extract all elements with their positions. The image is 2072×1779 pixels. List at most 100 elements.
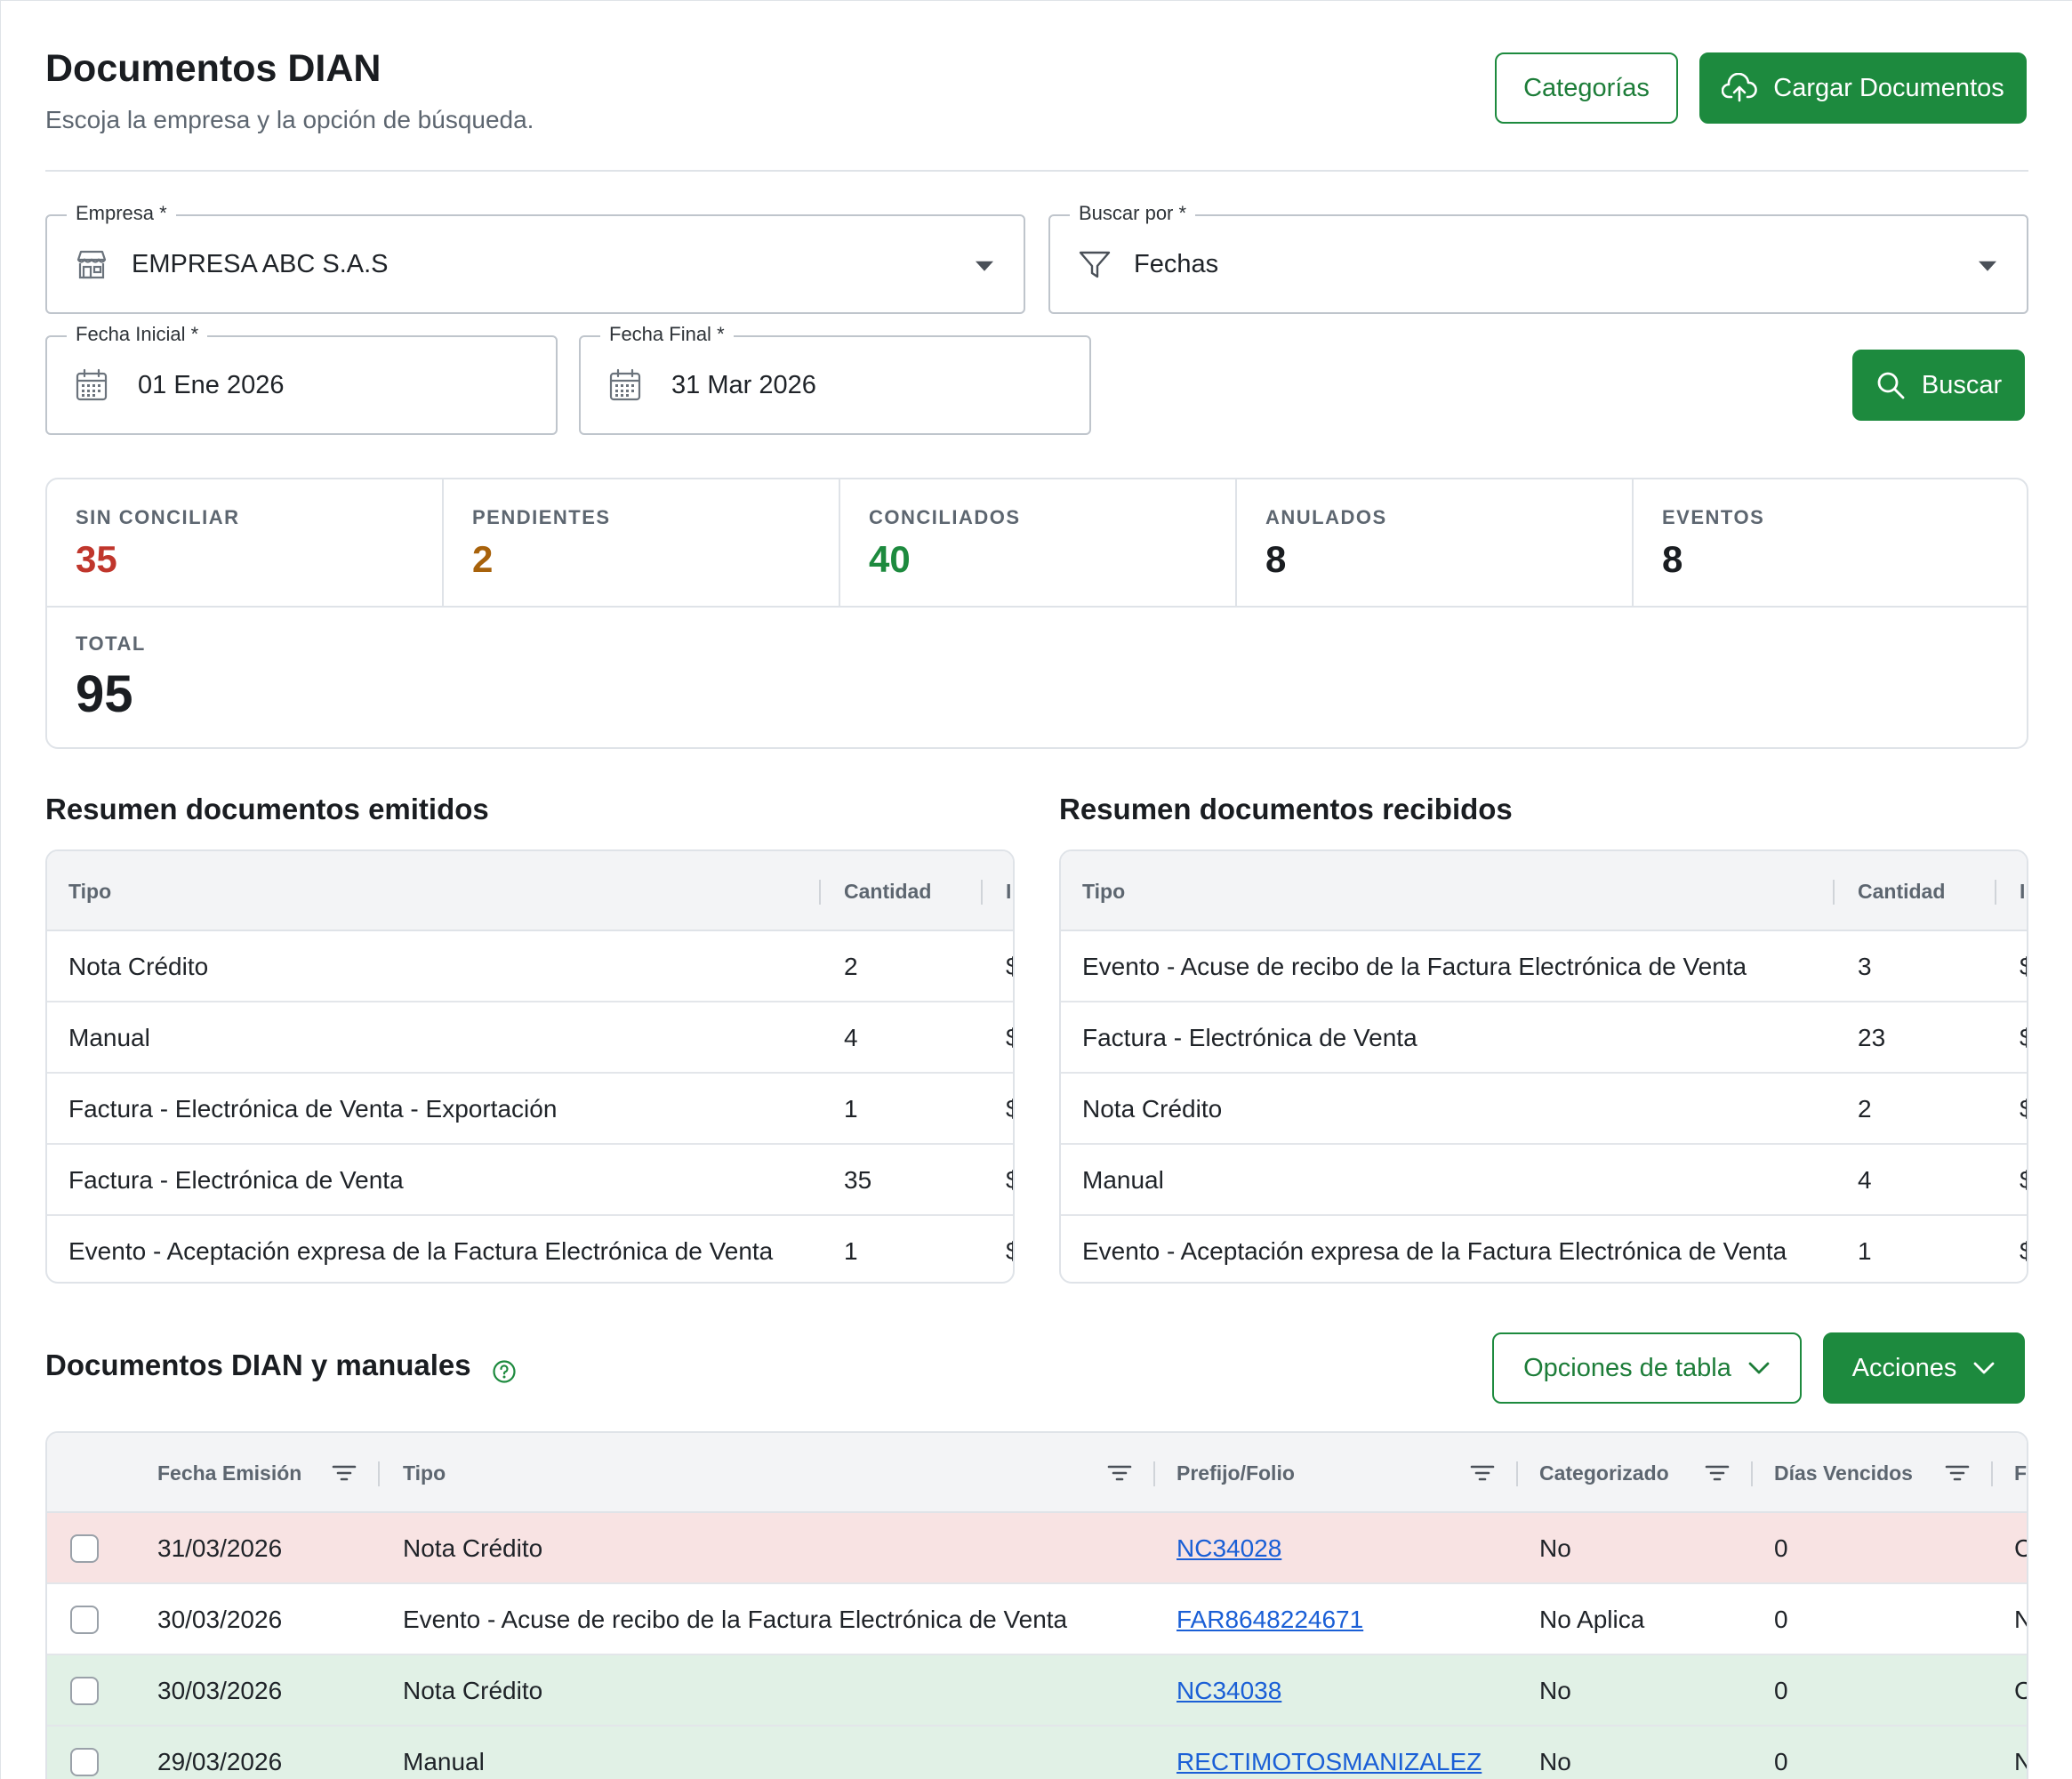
- search-button[interactable]: Buscar: [1852, 350, 2025, 421]
- folio-link[interactable]: NC34028: [1177, 1513, 1281, 1584]
- table-row[interactable]: Factura - Electrónica de Venta 35 $: [47, 1145, 1013, 1216]
- column-header-truncated[interactable]: F: [2014, 1433, 2027, 1513]
- column-header-type[interactable]: Tipo: [68, 851, 111, 931]
- issued-summary-table: Tipo Cantidad I Nota Crédito 2 $ Manual …: [45, 849, 1015, 1284]
- actions-label: Acciones: [1851, 1353, 1957, 1382]
- chevron-down-icon: [1973, 1362, 1995, 1374]
- table-row[interactable]: Manual 4 $: [47, 1002, 1013, 1074]
- search-by-value: Fechas: [1134, 249, 1219, 278]
- actions-button[interactable]: Acciones: [1823, 1332, 2025, 1404]
- column-header-issue-date[interactable]: Fecha Emisión: [157, 1433, 301, 1513]
- row-checkbox[interactable]: [70, 1606, 99, 1634]
- upload-documents-button[interactable]: Cargar Documentos: [1699, 52, 2027, 124]
- stats-panel: SIN CONCILIAR 35 PENDIENTES 2 CONCILIADO…: [45, 478, 2028, 749]
- help-circle-icon[interactable]: [492, 1359, 517, 1384]
- received-summary-title: Resumen documentos recibidos: [1059, 793, 1513, 825]
- documents-table: Fecha Emisión Tipo Prefijo/Folio Categor…: [45, 1431, 2028, 1779]
- chevron-down-icon: [1748, 1362, 1770, 1374]
- folio-link[interactable]: FAR8648224671: [1177, 1584, 1363, 1655]
- column-divider: [1833, 880, 1835, 905]
- table-row[interactable]: Factura - Electrónica de Venta - Exporta…: [47, 1074, 1013, 1145]
- stat-events: EVENTOS 8: [1634, 479, 2027, 608]
- table-row[interactable]: 30/03/2026 Nota Crédito NC34038 No 0 C: [47, 1655, 2027, 1727]
- search-icon: [1877, 372, 1905, 399]
- column-header-type[interactable]: Tipo: [1082, 851, 1125, 931]
- column-header-categorized[interactable]: Categorizado: [1539, 1433, 1669, 1513]
- chevron-down-icon: [1979, 261, 1996, 271]
- start-date-value: 01 Ene 2026: [138, 370, 285, 399]
- row-checkbox[interactable]: [70, 1748, 99, 1776]
- company-label: Empresa *: [67, 202, 176, 225]
- search-by-select[interactable]: Buscar por * Fechas: [1048, 202, 2028, 314]
- stat-voided: ANULADOS 8: [1237, 479, 1634, 608]
- page: Documentos DIAN Escoja la empresa y la o…: [0, 0, 2072, 1779]
- table-row[interactable]: Evento - Aceptación expresa de la Factur…: [47, 1216, 1013, 1282]
- column-divider: [1516, 1461, 1518, 1486]
- stat-reconciled: CONCILIADOS 40: [840, 479, 1237, 608]
- stat-total: TOTAL 95: [76, 632, 146, 723]
- table-row[interactable]: Nota Crédito 2 $: [1061, 1074, 2027, 1145]
- column-filter-icon[interactable]: [1470, 1463, 1495, 1483]
- header-divider: [45, 170, 2028, 172]
- end-date-value: 31 Mar 2026: [671, 370, 816, 399]
- column-header-truncated[interactable]: I: [1006, 851, 1011, 931]
- folio-link[interactable]: RECTIMOTOSMANIZALEZ: [1177, 1727, 1482, 1779]
- column-header-type[interactable]: Tipo: [403, 1433, 446, 1513]
- categories-button-label: Categorías: [1523, 73, 1650, 102]
- table-options-button[interactable]: Opciones de tabla: [1492, 1332, 1802, 1404]
- table-header: Tipo Cantidad I: [47, 851, 1013, 931]
- received-summary-table: Tipo Cantidad I Evento - Acuse de recibo…: [1059, 849, 2028, 1284]
- table-row[interactable]: Manual 4 $: [1061, 1145, 2027, 1216]
- end-date-field[interactable]: Fecha Final * 31 Mar 2026: [579, 323, 1091, 435]
- search-button-label: Buscar: [1921, 370, 2003, 399]
- column-header-quantity[interactable]: Cantidad: [1858, 851, 1945, 931]
- column-filter-icon[interactable]: [332, 1463, 357, 1483]
- calendar-icon: [609, 368, 641, 401]
- table-row[interactable]: Evento - Aceptación expresa de la Factur…: [1061, 1216, 2027, 1282]
- column-header-quantity[interactable]: Cantidad: [844, 851, 931, 931]
- column-divider: [1991, 1461, 1993, 1486]
- table-options-label: Opciones de tabla: [1523, 1353, 1731, 1382]
- start-date-field[interactable]: Fecha Inicial * 01 Ene 2026: [45, 323, 558, 435]
- issued-summary-title: Resumen documentos emitidos: [45, 793, 489, 825]
- folio-link[interactable]: NC34038: [1177, 1655, 1281, 1727]
- table-row[interactable]: 29/03/2026 Manual RECTIMOTOSMANIZALEZ No…: [47, 1727, 2027, 1779]
- column-filter-icon[interactable]: [1705, 1463, 1730, 1483]
- column-divider: [378, 1461, 380, 1486]
- table-row[interactable]: Factura - Electrónica de Venta 23 $: [1061, 1002, 2027, 1074]
- start-date-label: Fecha Inicial *: [67, 323, 208, 346]
- table-header: Tipo Cantidad I: [1061, 851, 2027, 931]
- store-icon: [76, 250, 107, 279]
- column-divider: [981, 880, 983, 905]
- column-divider: [819, 880, 821, 905]
- column-header-prefix-folio[interactable]: Prefijo/Folio: [1177, 1433, 1295, 1513]
- calendar-icon: [76, 368, 108, 401]
- column-filter-icon[interactable]: [1945, 1463, 1970, 1483]
- table-row[interactable]: 30/03/2026 Evento - Acuse de recibo de l…: [47, 1584, 2027, 1655]
- table-row[interactable]: 31/03/2026 Nota Crédito NC34028 No 0 C: [47, 1513, 2027, 1584]
- company-select[interactable]: Empresa * EMPRESA ABC S.A.S: [45, 202, 1025, 314]
- column-divider: [1995, 880, 1996, 905]
- table-row[interactable]: Nota Crédito 2 $: [47, 931, 1013, 1002]
- cloud-upload-icon: [1722, 73, 1758, 102]
- upload-documents-label: Cargar Documentos: [1773, 73, 2004, 102]
- chevron-down-icon: [976, 261, 993, 271]
- filter-icon: [1079, 251, 1111, 278]
- column-header-truncated[interactable]: I: [2020, 851, 2025, 931]
- stat-pending: PENDIENTES 2: [444, 479, 840, 608]
- row-checkbox[interactable]: [70, 1677, 99, 1705]
- table-row[interactable]: Evento - Acuse de recibo de la Factura E…: [1061, 931, 2027, 1002]
- column-filter-icon[interactable]: [1107, 1463, 1132, 1483]
- column-divider: [1153, 1461, 1155, 1486]
- column-header-overdue-days[interactable]: Días Vencidos: [1774, 1433, 1913, 1513]
- page-subtitle: Escoja la empresa y la opción de búsqued…: [45, 106, 534, 133]
- search-by-label: Buscar por *: [1070, 202, 1196, 225]
- stat-unreconciled: SIN CONCILIAR 35: [47, 479, 444, 608]
- categories-button[interactable]: Categorías: [1495, 52, 1678, 124]
- end-date-label: Fecha Final *: [600, 323, 734, 346]
- row-checkbox[interactable]: [70, 1534, 99, 1563]
- documents-title: Documentos DIAN y manuales: [45, 1348, 471, 1381]
- company-value: EMPRESA ABC S.A.S: [132, 249, 389, 278]
- column-divider: [1751, 1461, 1753, 1486]
- table-header: Fecha Emisión Tipo Prefijo/Folio Categor…: [47, 1433, 2027, 1513]
